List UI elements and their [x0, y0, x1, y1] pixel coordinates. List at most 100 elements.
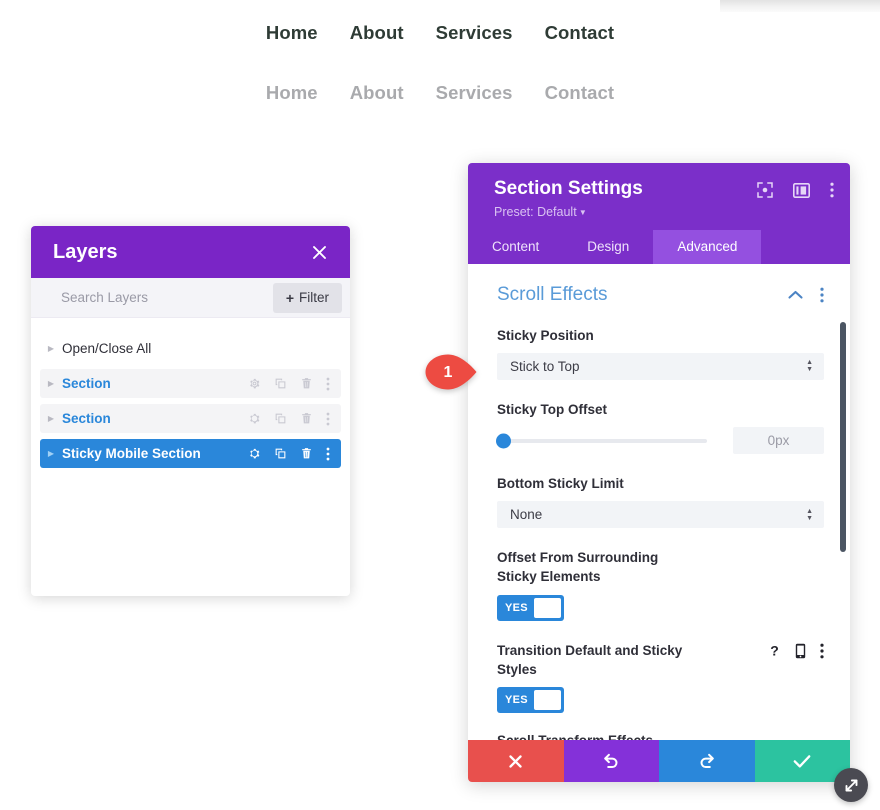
plus-icon: + — [286, 290, 294, 306]
settings-scrollbar-thumb[interactable] — [840, 322, 846, 552]
duplicate-icon[interactable] — [274, 377, 287, 390]
field-bottom-sticky-limit: Bottom Sticky Limit None ▲▼ — [497, 474, 824, 528]
field-label: Sticky Position — [497, 326, 824, 345]
scroll-effects-section-header: Scroll Effects — [497, 284, 824, 306]
nav-link-home[interactable]: Home — [266, 22, 318, 44]
more-options-icon[interactable] — [830, 182, 834, 198]
layers-list: ▶ Open/Close All ▶ Section ▶ Section — [31, 318, 350, 468]
gear-icon[interactable] — [248, 447, 261, 460]
secondary-nav-link-contact[interactable]: Contact — [545, 82, 615, 104]
expand-caret-icon[interactable]: ▶ — [40, 344, 62, 353]
close-icon[interactable] — [308, 241, 330, 263]
resize-diagonal-icon — [843, 777, 860, 794]
field-label: Bottom Sticky Limit — [497, 474, 824, 493]
tab-advanced[interactable]: Advanced — [653, 230, 761, 264]
secondary-navigation: Home About Services Contact — [0, 82, 880, 104]
toggle-label: YES — [500, 694, 534, 706]
settings-footer-actions — [468, 740, 850, 782]
layer-row-actions — [248, 377, 341, 391]
sticky-top-offset-control: 0px — [497, 427, 824, 454]
field-sticky-position: Sticky Position Stick to Top ▲▼ — [497, 326, 824, 380]
settings-tabs: Content Design Advanced — [468, 230, 850, 264]
more-options-icon[interactable] — [326, 412, 330, 426]
gear-icon[interactable] — [248, 412, 261, 425]
more-options-icon[interactable] — [326, 447, 330, 461]
settings-header-text: Section Settings Preset: Default ▼ — [494, 177, 643, 219]
more-options-icon[interactable] — [326, 377, 330, 391]
focus-target-icon[interactable] — [757, 182, 773, 198]
layers-panel-title: Layers — [53, 241, 118, 264]
callout-marker-1: 1 — [424, 353, 480, 391]
preset-selector[interactable]: Preset: Default ▼ — [494, 205, 643, 219]
trash-icon[interactable] — [300, 447, 313, 460]
layer-label: Section — [62, 376, 248, 391]
top-edge-strip — [720, 0, 880, 12]
bottom-sticky-limit-select[interactable]: None ▲▼ — [497, 501, 824, 528]
modal-resize-handle[interactable] — [834, 768, 868, 802]
gear-icon[interactable] — [248, 377, 261, 390]
panel-layout-icon[interactable] — [793, 183, 810, 198]
slider-handle[interactable] — [496, 433, 511, 448]
cancel-button[interactable] — [468, 740, 564, 782]
layer-row-actions — [248, 412, 341, 426]
field-label: Transition Default and Sticky Styles — [497, 641, 697, 679]
nav-link-contact[interactable]: Contact — [545, 22, 615, 44]
toggle-label: YES — [500, 602, 534, 614]
field-transition-styles: Transition Default and Sticky Styles ? — [497, 641, 824, 713]
tab-content[interactable]: Content — [468, 230, 563, 264]
layer-row-section-1[interactable]: ▶ Section — [40, 369, 341, 398]
expand-caret-icon[interactable]: ▶ — [40, 414, 62, 423]
secondary-nav-link-home[interactable]: Home — [266, 82, 318, 104]
redo-button[interactable] — [659, 740, 755, 782]
expand-caret-icon[interactable]: ▶ — [40, 379, 62, 388]
offset-from-surrounding-toggle[interactable]: YES — [497, 595, 564, 621]
nav-link-about[interactable]: About — [350, 22, 404, 44]
mobile-device-icon[interactable] — [795, 643, 806, 659]
field-label: Offset From Surrounding Sticky Elements — [497, 548, 697, 586]
tab-design[interactable]: Design — [563, 230, 653, 264]
toggle-knob — [534, 598, 561, 618]
transition-styles-label-row: Transition Default and Sticky Styles ? — [497, 641, 824, 687]
close-icon — [508, 754, 523, 769]
sticky-top-offset-slider[interactable] — [497, 439, 707, 443]
layer-row-open-close-all[interactable]: ▶ Open/Close All — [40, 334, 341, 363]
section-settings-modal: Section Settings Preset: Default ▼ — [468, 163, 850, 782]
expand-caret-icon[interactable]: ▶ — [40, 449, 62, 458]
trash-icon[interactable] — [300, 412, 313, 425]
layers-panel: Layers + Filter ▶ Open/Close All ▶ Secti… — [31, 226, 350, 596]
undo-button[interactable] — [564, 740, 660, 782]
tabs-filler — [761, 230, 850, 264]
trash-icon[interactable] — [300, 377, 313, 390]
layer-row-section-2[interactable]: ▶ Section — [40, 404, 341, 433]
nav-link-services[interactable]: Services — [436, 22, 513, 44]
secondary-nav-link-about[interactable]: About — [350, 82, 404, 104]
settings-modal-header: Section Settings Preset: Default ▼ — [468, 163, 850, 230]
sticky-position-select[interactable]: Stick to Top ▲▼ — [497, 353, 824, 380]
duplicate-icon[interactable] — [274, 412, 287, 425]
field-sticky-top-offset: Sticky Top Offset 0px — [497, 400, 824, 454]
layer-label: Sticky Mobile Section — [62, 446, 248, 461]
transition-styles-toggle[interactable]: YES — [497, 687, 564, 713]
duplicate-icon[interactable] — [274, 447, 287, 460]
more-options-icon[interactable] — [820, 287, 824, 303]
settings-scroll-area: Scroll Effects Sticky Position Stick to … — [468, 264, 850, 773]
field-offset-from-surrounding: Offset From Surrounding Sticky Elements … — [497, 548, 824, 620]
select-arrows-icon: ▲▼ — [806, 509, 813, 521]
bottom-sticky-limit-value: None — [510, 507, 542, 522]
layers-search-bar: + Filter — [31, 278, 350, 318]
check-icon — [793, 754, 811, 769]
layers-panel-header: Layers — [31, 226, 350, 278]
preset-label: Preset: Default — [494, 205, 577, 219]
help-icon[interactable]: ? — [768, 643, 781, 659]
chevron-up-icon[interactable] — [788, 290, 803, 300]
more-options-icon[interactable] — [820, 643, 824, 659]
section-title: Scroll Effects — [497, 284, 608, 306]
filter-button[interactable]: + Filter — [273, 283, 342, 313]
settings-header-actions — [757, 177, 834, 198]
chevron-down-icon: ▼ — [577, 208, 587, 217]
secondary-nav-link-services[interactable]: Services — [436, 82, 513, 104]
search-input[interactable] — [59, 289, 263, 306]
layer-row-sticky-mobile-section[interactable]: ▶ Sticky Mobile Section — [40, 439, 341, 468]
sticky-top-offset-value[interactable]: 0px — [733, 427, 824, 454]
section-header-actions — [788, 287, 824, 303]
